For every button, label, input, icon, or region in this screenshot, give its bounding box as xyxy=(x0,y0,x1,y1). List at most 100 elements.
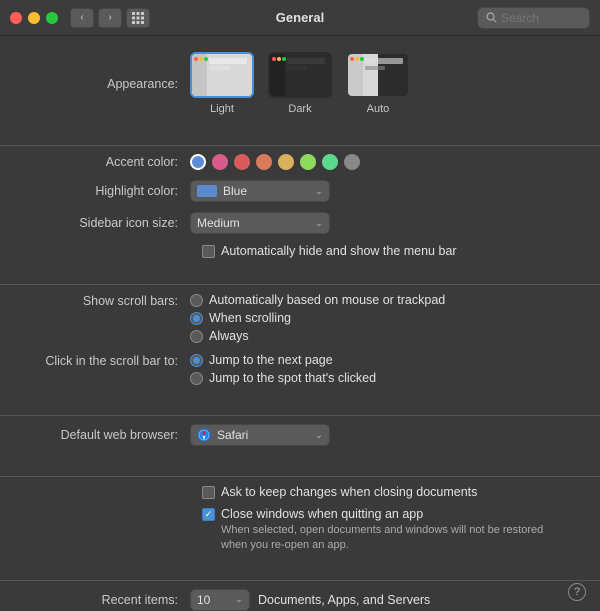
close-windows-sublabel: When selected, open documents and window… xyxy=(221,523,561,554)
browser-label: Default web browser: xyxy=(20,428,190,442)
light-thumb[interactable] xyxy=(190,52,254,98)
close-windows-checkbox[interactable] xyxy=(202,508,215,521)
jump-page-option[interactable]: Jump to the next page xyxy=(190,353,376,367)
scrollbars-section: Show scroll bars: Automatically based on… xyxy=(0,293,600,407)
sidebar-size-dropdown[interactable]: Medium ⌄ xyxy=(190,212,330,234)
recent-row: Recent items: 10 ⌄ Documents, Apps, and … xyxy=(20,589,580,611)
menubar-checkbox[interactable] xyxy=(202,245,215,258)
jump-spot-radio[interactable] xyxy=(190,372,203,385)
scroll-auto-label: Automatically based on mouse or trackpad xyxy=(209,293,445,307)
accent-yellow[interactable] xyxy=(278,154,294,170)
dark-label: Dark xyxy=(288,103,311,115)
close-windows-row: Close windows when quitting an app When … xyxy=(202,507,580,554)
menubar-checkbox-wrap[interactable]: Automatically hide and show the menu bar xyxy=(202,244,457,258)
maximize-button[interactable] xyxy=(46,12,58,24)
browser-arrow: ⌄ xyxy=(315,430,323,441)
back-button[interactable]: ‹ xyxy=(70,8,94,28)
accent-teal[interactable] xyxy=(322,154,338,170)
auto-thumb-svg xyxy=(348,54,408,96)
scroll-auto-radio[interactable] xyxy=(190,294,203,307)
recent-items-controls: 10 ⌄ Documents, Apps, and Servers xyxy=(190,589,430,611)
scroll-when-label: When scrolling xyxy=(209,311,291,325)
scroll-always-label: Always xyxy=(209,329,249,343)
click-scroll-row: Click in the scroll bar to: Jump to the … xyxy=(20,353,580,385)
apps-grid-button[interactable] xyxy=(126,8,150,28)
help-button[interactable]: ? xyxy=(568,583,586,601)
highlight-value: Blue xyxy=(223,184,247,198)
safari-icon xyxy=(197,428,211,442)
scroll-when-radio[interactable] xyxy=(190,312,203,325)
scroll-always-option[interactable]: Always xyxy=(190,329,445,343)
ask-changes-row: Ask to keep changes when closing documen… xyxy=(202,485,580,499)
auto-label: Auto xyxy=(367,103,390,115)
accent-orange[interactable] xyxy=(256,154,272,170)
titlebar: ‹ › General xyxy=(0,0,600,36)
light-label: Light xyxy=(210,103,234,115)
browser-section: Default web browser: Safari ⌄ xyxy=(0,424,600,468)
click-scroll-label: Click in the scroll bar to: xyxy=(20,353,190,368)
accent-section: Accent color: Highlight color: xyxy=(0,154,600,276)
jump-page-radio[interactable] xyxy=(190,354,203,367)
jump-spot-option[interactable]: Jump to the spot that's clicked xyxy=(190,371,376,385)
ask-changes-wrap[interactable]: Ask to keep changes when closing documen… xyxy=(202,485,477,499)
search-input[interactable] xyxy=(501,11,581,25)
highlight-dropdown-arrow: ⌄ xyxy=(315,186,323,197)
recent-suffix: Documents, Apps, and Servers xyxy=(258,593,430,607)
recent-section: Recent items: 10 ⌄ Documents, Apps, and … xyxy=(0,589,600,611)
accent-green[interactable] xyxy=(300,154,316,170)
search-box[interactable] xyxy=(477,7,590,29)
accent-blue[interactable] xyxy=(190,154,206,170)
close-button[interactable] xyxy=(10,12,22,24)
close-windows-label: Close windows when quitting an app xyxy=(221,507,423,521)
auto-thumb[interactable] xyxy=(346,52,410,98)
recent-stepper[interactable]: 10 ⌄ xyxy=(190,589,250,611)
recent-arrow: ⌄ xyxy=(235,594,243,605)
appearance-row: Appearance: xyxy=(20,52,580,115)
click-scroll-options: Jump to the next page Jump to the spot t… xyxy=(190,353,376,385)
content: Appearance: xyxy=(0,36,600,611)
highlight-dropdown[interactable]: Blue ⌄ xyxy=(190,180,330,202)
appearance-dark[interactable]: Dark xyxy=(268,52,332,115)
light-thumb-svg xyxy=(192,54,252,96)
sidebar-size-row: Sidebar icon size: Medium ⌄ xyxy=(20,212,580,234)
scroll-when-option[interactable]: When scrolling xyxy=(190,311,445,325)
sidebar-size-label: Sidebar icon size: xyxy=(20,216,190,230)
recent-value: 10 xyxy=(197,593,210,607)
scroll-always-radio[interactable] xyxy=(190,330,203,343)
window-title: General xyxy=(276,10,324,25)
search-icon xyxy=(486,12,497,23)
dark-thumb-svg xyxy=(270,54,330,96)
sidebar-size-arrow: ⌄ xyxy=(315,218,323,229)
appearance-label: Appearance: xyxy=(20,77,190,91)
nav-buttons: ‹ › xyxy=(70,8,122,28)
appearance-options: Light xyxy=(190,52,410,115)
accent-row: Accent color: xyxy=(20,154,580,170)
browser-dropdown[interactable]: Safari ⌄ xyxy=(190,424,330,446)
appearance-light[interactable]: Light xyxy=(190,52,254,115)
browser-row: Default web browser: Safari ⌄ xyxy=(20,424,580,446)
browser-value: Safari xyxy=(217,428,248,442)
highlight-color-swatch xyxy=(197,185,217,197)
ask-changes-checkbox[interactable] xyxy=(202,486,215,499)
forward-button[interactable]: › xyxy=(98,8,122,28)
scrollbars-options: Automatically based on mouse or trackpad… xyxy=(190,293,445,343)
dark-thumb[interactable] xyxy=(268,52,332,98)
scrollbars-label: Show scroll bars: xyxy=(20,293,190,308)
appearance-auto[interactable]: Auto xyxy=(346,52,410,115)
accent-red[interactable] xyxy=(234,154,250,170)
jump-spot-label: Jump to the spot that's clicked xyxy=(209,371,376,385)
sidebar-size-value: Medium xyxy=(197,216,240,230)
minimize-button[interactable] xyxy=(28,12,40,24)
accent-pink[interactable] xyxy=(212,154,228,170)
scroll-auto-option[interactable]: Automatically based on mouse or trackpad xyxy=(190,293,445,307)
content-wrapper: Appearance: xyxy=(0,36,600,611)
documents-section: Ask to keep changes when closing documen… xyxy=(0,485,600,572)
accent-colors xyxy=(190,154,360,170)
menubar-label: Automatically hide and show the menu bar xyxy=(221,244,457,258)
ask-changes-label: Ask to keep changes when closing documen… xyxy=(221,485,477,499)
menubar-row: Automatically hide and show the menu bar xyxy=(202,244,580,258)
close-windows-wrap[interactable]: Close windows when quitting an app xyxy=(202,507,561,521)
traffic-lights xyxy=(10,12,58,24)
accent-gray[interactable] xyxy=(344,154,360,170)
appearance-section: Appearance: xyxy=(0,52,600,137)
